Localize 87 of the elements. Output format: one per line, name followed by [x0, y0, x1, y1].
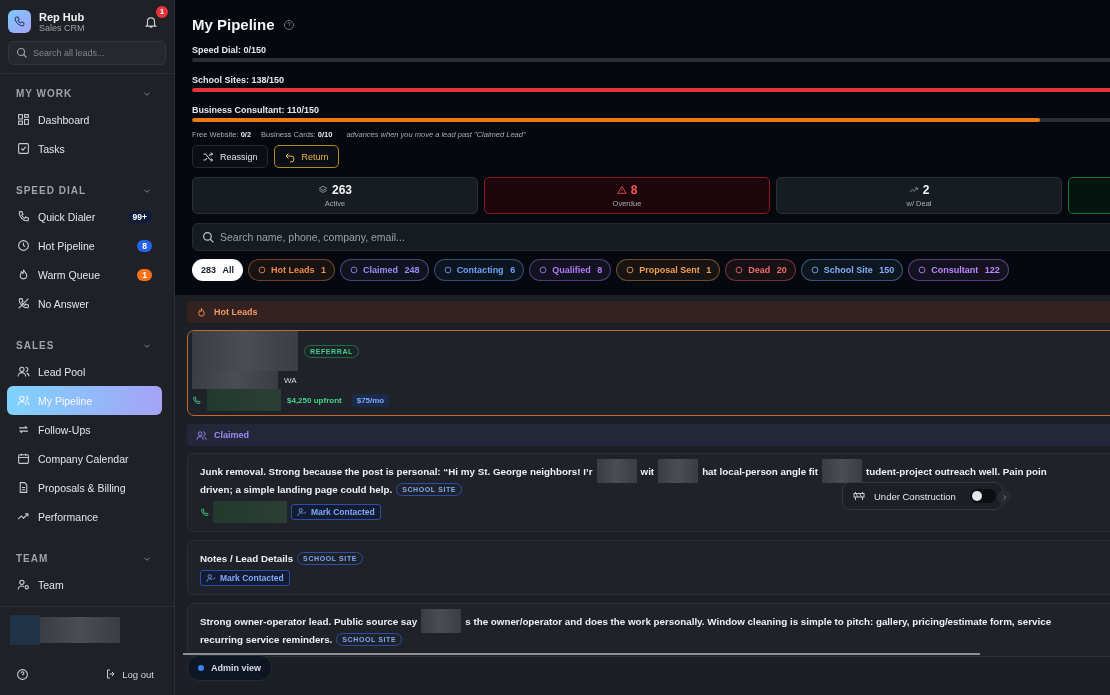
nav-item[interactable]: No Answer — [7, 289, 162, 318]
toggle-switch[interactable] — [969, 489, 996, 503]
stat-value: 263 — [332, 183, 352, 197]
search-field[interactable]: Search name, phone, company, email... — [192, 223, 1110, 251]
note-text: Junk removal. Strong because the post is personal: “Hi my St. George neighbors! I’r — [200, 465, 593, 477]
filter-chip[interactable]: Consultant 122 — [908, 259, 1009, 281]
reassign-button[interactable]: Reassign — [192, 145, 268, 168]
nav-item[interactable]: Warm Queue 1 — [7, 260, 162, 289]
nav-item[interactable]: Lead Pool — [7, 357, 162, 386]
user-gear-icon — [17, 578, 30, 591]
stat-value: 2 — [922, 183, 930, 197]
trend-icon — [908, 185, 919, 195]
notification-badge: 1 — [156, 5, 168, 18]
calendar-icon — [17, 452, 30, 465]
lead-card[interactable] — [187, 453, 1110, 532]
filter-chip[interactable]: Contacting 6 — [433, 259, 525, 281]
undo-icon — [283, 150, 296, 163]
mark-contacted-button[interactable]: Mark Contacted — [291, 504, 381, 520]
monthly-price: $75/mo — [351, 393, 390, 407]
phone-off-icon — [17, 297, 30, 310]
filter-chip[interactable]: School Site 150 — [800, 259, 904, 281]
group-header[interactable]: Hot Leads — [187, 301, 1110, 323]
filter-chip[interactable]: Hot Leads 1 — [248, 259, 336, 281]
search-field[interactable]: Search all leads... — [8, 41, 166, 65]
logout-button[interactable]: Log out — [105, 668, 154, 680]
count-badge: 8 — [137, 239, 152, 252]
app-subtitle: Sales CRM — [39, 22, 86, 33]
badge-label: Admin view — [211, 663, 261, 673]
filter-chip[interactable]: Claimed 248 — [340, 259, 429, 281]
mark-contacted-button[interactable]: Mark Contacted — [200, 570, 290, 586]
redacted-block — [596, 459, 637, 483]
note-text: driven; a simple landing page could help. — [200, 483, 393, 495]
filter-chip[interactable]: Proposal Sent 1 — [616, 259, 721, 281]
page-title: My Pipeline — [192, 16, 275, 33]
count-badge: 1 — [137, 268, 152, 281]
upfront-price: $4,250 upfront — [287, 395, 342, 405]
check-square-icon — [17, 142, 30, 155]
barrier-icon — [853, 490, 865, 502]
filter-chip[interactable]: Dead 20 — [725, 259, 796, 281]
quota-label: School Sites: 138/150 — [192, 75, 285, 85]
return-button[interactable]: Return — [273, 145, 339, 168]
location-text: WA — [284, 375, 297, 385]
repeat-icon — [17, 423, 30, 436]
stat-value: 8 — [630, 183, 638, 197]
filter-chip[interactable]: 283 All — [192, 259, 244, 281]
nav-item[interactable]: Quick Dialer 99+ — [7, 202, 162, 231]
nav-item[interactable]: Proposals & Billing — [7, 473, 162, 502]
phone-logo-icon — [8, 10, 31, 33]
section-heading: SPEED DIAL — [16, 185, 86, 196]
status-dot — [198, 665, 204, 671]
note-text: recurring service reminders. — [200, 633, 333, 645]
redacted-block — [421, 609, 462, 633]
grid-icon — [17, 113, 30, 126]
note-text: Strong owner-operator lead. Public source say — [200, 615, 418, 627]
app-name: Rep Hub — [39, 10, 86, 23]
nav-item[interactable]: Tasks — [7, 134, 162, 163]
nav-item[interactable]: Company Calendar — [7, 444, 162, 473]
redacted-block — [822, 459, 863, 483]
bell-icon[interactable] — [144, 14, 158, 29]
layers-icon — [318, 185, 328, 195]
nav-item[interactable]: Hot Pipeline 8 — [7, 231, 162, 260]
lead-card[interactable] — [187, 603, 1110, 657]
toggle-label: Under Construction — [874, 490, 956, 502]
note-text: hat local-person angle fit — [702, 465, 819, 477]
section-heading: MY WORK — [16, 88, 73, 99]
note-text: s the owner/operator and does the work personally. Window cleaning is simple to pitch: gallery, pricing/estimate form, service — [465, 615, 1052, 627]
search-icon — [202, 231, 215, 244]
nav-item[interactable]: Performance — [7, 502, 162, 531]
shuffle-icon — [202, 150, 214, 163]
warning-icon — [616, 185, 627, 195]
note-text: tudent-project outreach well. Pain poin — [866, 465, 1047, 477]
clock-icon — [17, 239, 30, 252]
filter-chip[interactable]: Qualified 8 — [529, 259, 612, 281]
note-text: Notes / Lead Details — [200, 552, 294, 564]
count-badge: 99+ — [127, 210, 152, 223]
quota-label: Speed Dial: 0/150 — [192, 45, 267, 55]
trend-icon — [17, 510, 30, 523]
redacted-block — [658, 459, 699, 483]
group-header[interactable]: Claimed — [187, 424, 1110, 446]
note-text: wit — [640, 465, 655, 477]
search-icon — [16, 47, 28, 59]
quota-label: Business Consultant: 110/150 — [192, 105, 320, 115]
nav-item[interactable]: Follow-Ups — [7, 415, 162, 444]
section-heading: SALES — [16, 340, 55, 351]
nav-item[interactable]: Team — [7, 570, 162, 599]
section-heading: TEAM — [16, 553, 49, 564]
nav-item[interactable]: Dashboard — [7, 105, 162, 134]
